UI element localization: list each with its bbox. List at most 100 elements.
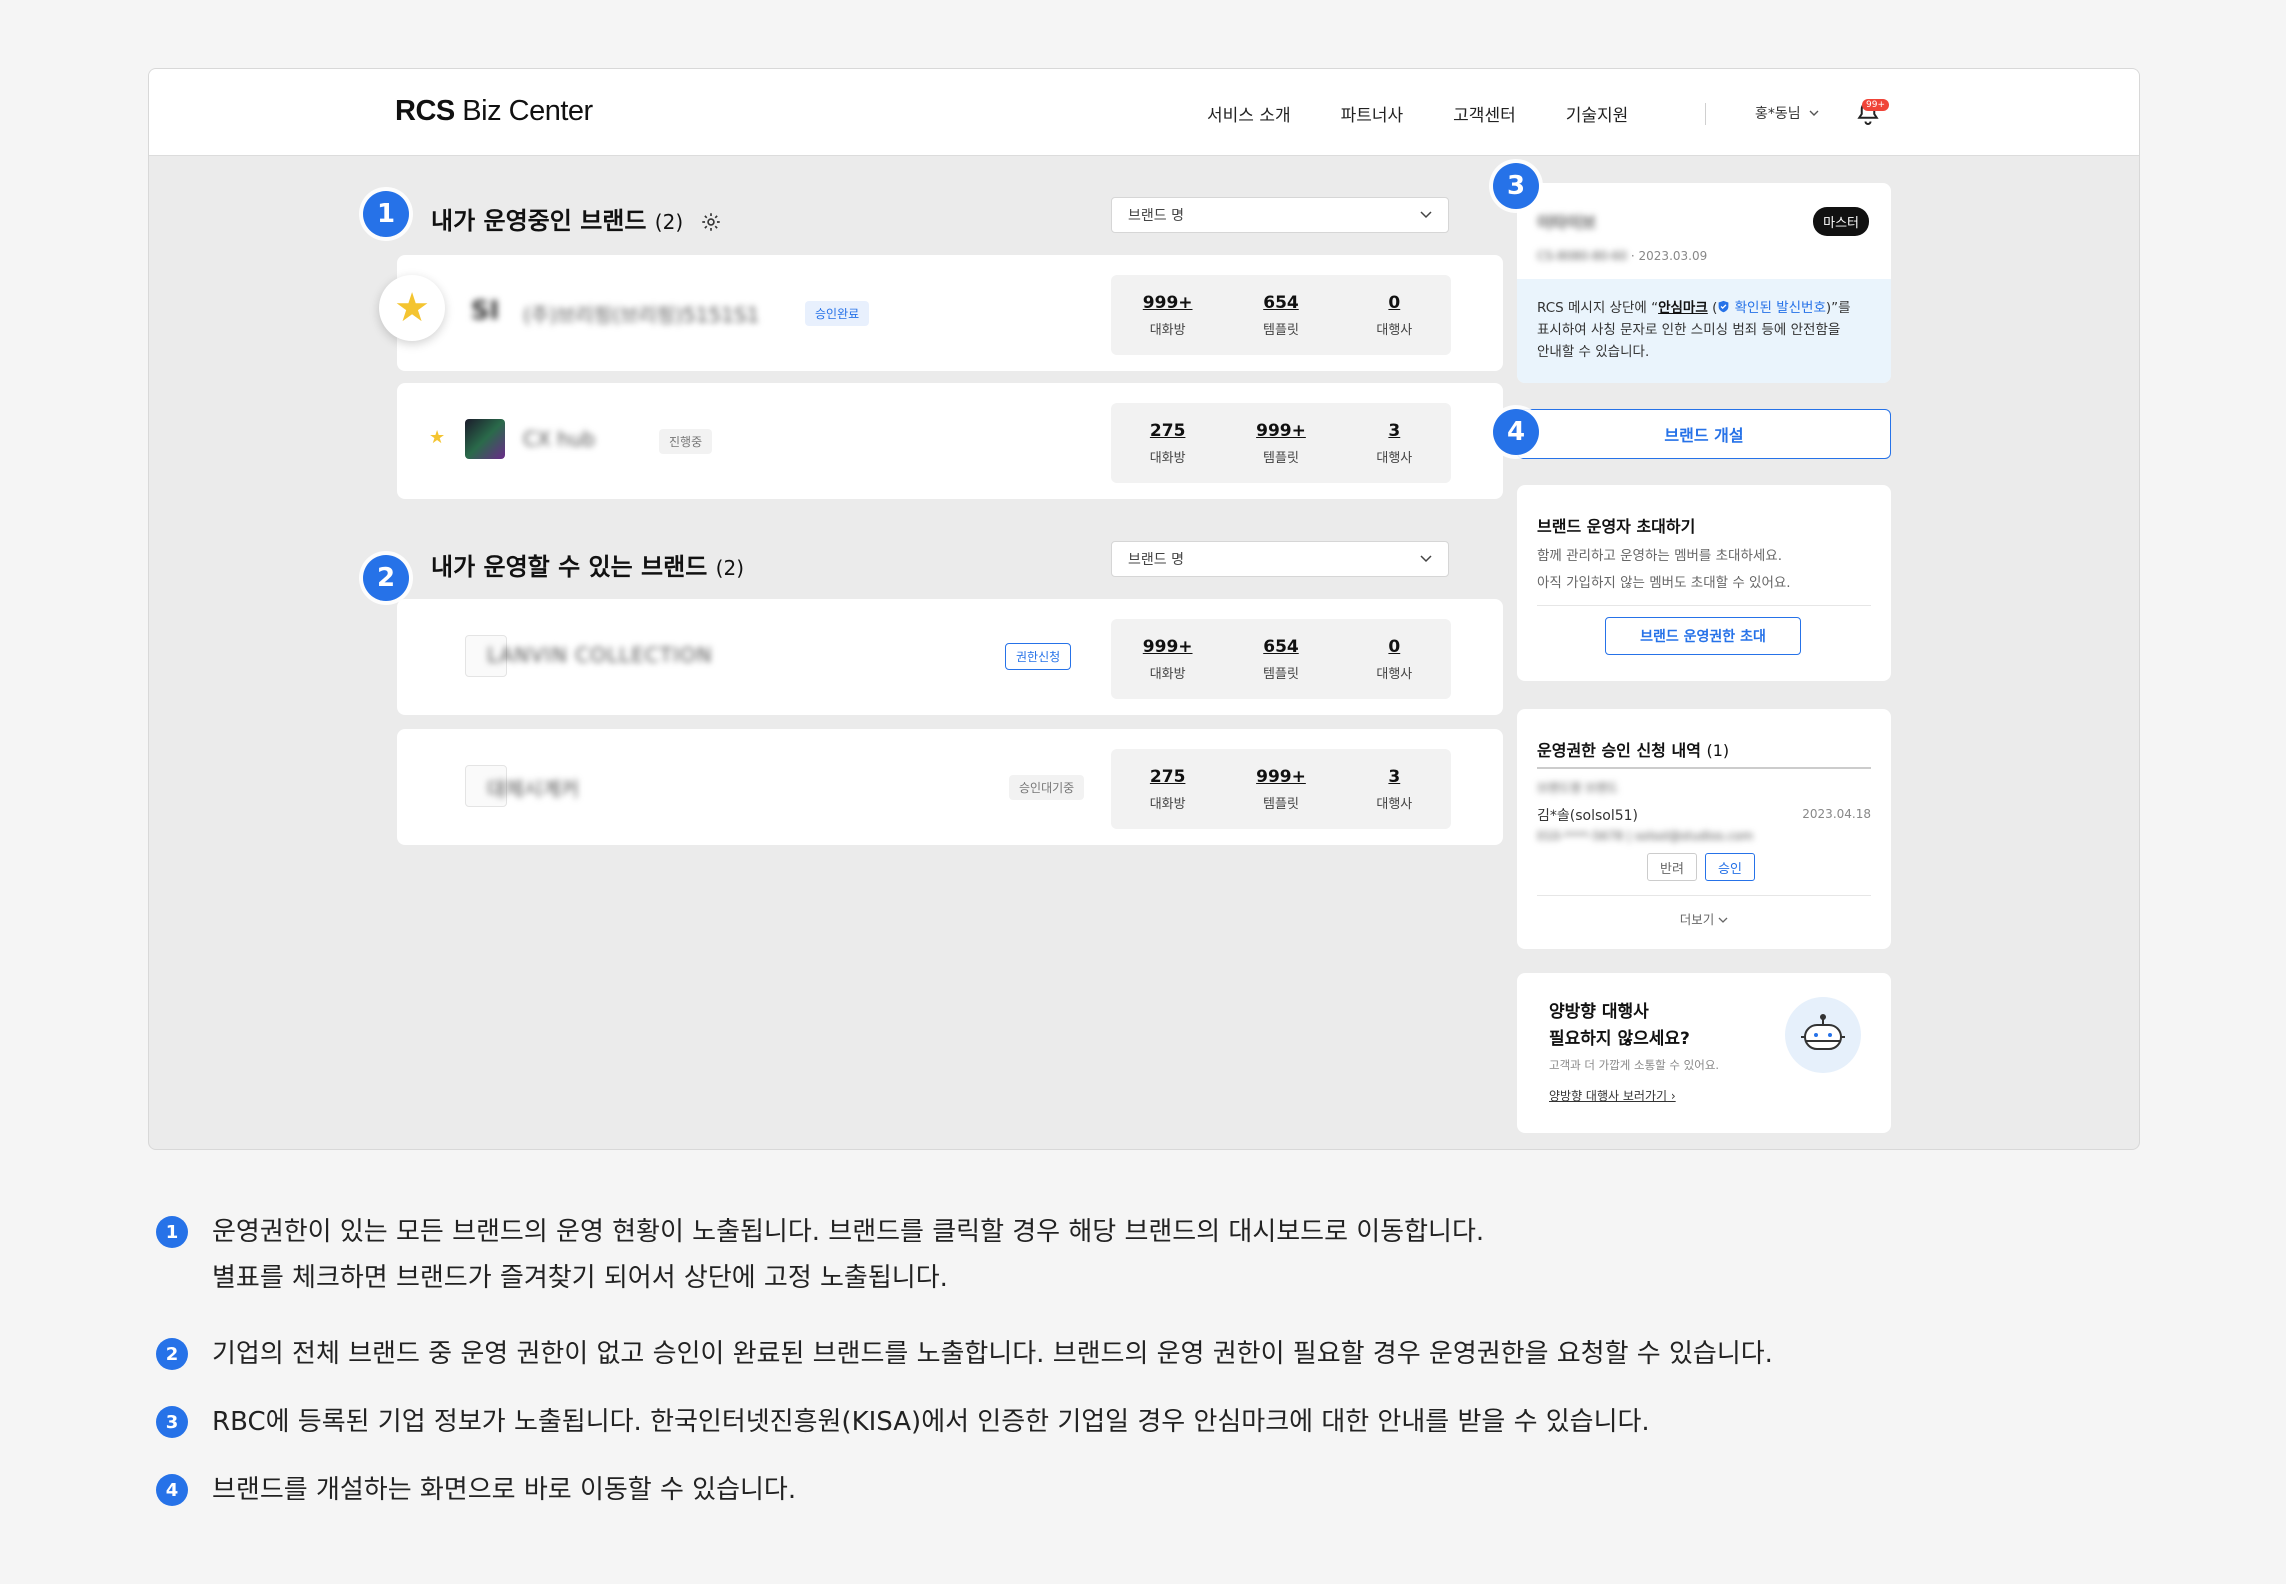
operating-brands-title: 내가 운영중인 브랜드 (2) <box>431 201 722 236</box>
stat-agencies: 0 대행사 <box>1344 637 1444 682</box>
stat-label: 템플릿 <box>1263 666 1299 682</box>
stat-value[interactable]: 654 <box>1231 293 1331 313</box>
request-permission-button[interactable]: 권한신청 <box>1005 643 1072 670</box>
stat-value[interactable]: 3 <box>1344 421 1444 441</box>
company-name: 이타이브 <box>1537 213 1596 232</box>
requester-contact: 010-****-5678 | solsol@studios.com <box>1537 829 1754 843</box>
brand-logo: SI <box>465 291 505 331</box>
logo[interactable]: RCS Biz Center <box>395 95 593 128</box>
shield-check-icon <box>1718 300 1729 313</box>
note-text: 운영권한이 있는 모든 브랜드의 운영 현황이 노출됩니다. 브랜드를 클릭할 … <box>212 1217 1485 1293</box>
brand-name: CX hub <box>523 427 596 451</box>
top-header: RCS Biz Center 서비스 소개 파트너사 고객센터 기술지원 홍*동… <box>149 69 2139 156</box>
chevron-down-icon <box>1420 211 1432 219</box>
kisa-notice: RCS 메시지 상단에 “안심마크 ( 확인된 발신번호)”를 표시하여 사칭 … <box>1517 279 1891 383</box>
request-date: 2023.04.18 <box>1802 807 1871 821</box>
stat-label: 대화방 <box>1149 796 1186 812</box>
stat-label: 템플릿 <box>1263 796 1299 812</box>
nav-customer-center[interactable]: 고객센터 <box>1453 101 1516 126</box>
reject-button[interactable]: 반려 <box>1647 853 1697 881</box>
stat-value[interactable]: 0 <box>1344 293 1444 313</box>
nav-partners[interactable]: 파트너사 <box>1341 101 1404 126</box>
stat-label: 대화방 <box>1149 666 1186 682</box>
divider <box>1537 895 1871 896</box>
invite-operator-button[interactable]: 브랜드 운영권한 초대 <box>1605 617 1801 655</box>
more-link[interactable]: 더보기 <box>1517 909 1891 928</box>
note-text: RBC에 등록된 기업 정보가 노출됩니다. 한국인터넷진흥원(KISA)에서 … <box>212 1407 1650 1437</box>
stat-chatrooms: 275 대화방 <box>1118 421 1218 466</box>
main-nav: 서비스 소개 파트너사 고객센터 기술지원 <box>1207 101 1678 126</box>
nav-service-intro[interactable]: 서비스 소개 <box>1207 101 1291 126</box>
status-badge: 승인대기중 <box>1009 775 1085 800</box>
requester-name: 김*솔(solsol51) <box>1537 808 1638 824</box>
status-badge: 진행중 <box>659 429 713 454</box>
note-number: 2 <box>156 1338 188 1370</box>
favorite-star-icon[interactable]: ★ <box>429 427 445 448</box>
chevron-down-icon <box>1809 110 1819 116</box>
gear-icon[interactable] <box>700 211 722 233</box>
approve-button[interactable]: 승인 <box>1705 853 1755 881</box>
brand-name: LANVIN COLLECTION <box>487 643 713 667</box>
stat-value[interactable]: 999+ <box>1231 421 1331 441</box>
robot-icon <box>1785 997 1861 1073</box>
stat-templates: 999+ 템플릿 <box>1231 421 1331 466</box>
brand-name: 대체시계커 <box>487 777 579 801</box>
note-text: 기업의 전체 브랜드 중 운영 권한이 없고 승인이 완료된 브랜드를 노출합니… <box>212 1339 1773 1369</box>
stat-templates: 654 템플릿 <box>1231 293 1331 338</box>
stat-value[interactable]: 275 <box>1118 767 1218 787</box>
marker-1: 1 <box>363 191 409 237</box>
available-brand-card-1[interactable]: LANVIN COLLECTION 권한신청 999+ 대화방 654 템플릿 0 대… <box>397 599 1503 715</box>
user-name: 홍*동님 <box>1755 106 1801 122</box>
note-number: 1 <box>156 1216 188 1248</box>
available-brands-title: 내가 운영할 수 있는 브랜드 (2) <box>431 553 745 581</box>
stat-value[interactable]: 999+ <box>1118 293 1218 313</box>
open-brand-button[interactable]: 브랜드 개설 <box>1517 409 1891 459</box>
agency-link[interactable]: 양방향 대행사 보러가기 › <box>1549 1087 1676 1104</box>
role-badge: 마스터 <box>1813 207 1869 236</box>
stat-label: 대화방 <box>1149 450 1186 466</box>
divider <box>1537 605 1871 606</box>
brand-sort-select-2[interactable]: 브랜드 명 <box>1111 541 1449 577</box>
promo-title: 양방향 대행사 필요하지 않으세요? <box>1549 1002 1690 1049</box>
company-meta: CS-8080-80-60 · 2023.03.09 <box>1537 249 1708 263</box>
invite-desc: 함께 관리하고 운영하는 멤버를 초대하세요. 아직 가입하지 않는 멤버도 초대… <box>1537 548 1791 591</box>
brand-stats: 275 대화방 999+ 템플릿 3 대행사 <box>1111 403 1451 483</box>
marker-3: 3 <box>1493 163 1539 209</box>
stat-templates: 999+ 템플릿 <box>1231 767 1331 812</box>
agency-promo-card: 양방향 대행사 필요하지 않으세요? 고객과 더 가깝게 소통할 수 있어요. 양… <box>1517 973 1891 1133</box>
stat-value[interactable]: 999+ <box>1231 767 1331 787</box>
stat-value[interactable]: 3 <box>1344 767 1444 787</box>
favorite-star-icon[interactable]: ★ <box>379 275 445 341</box>
stat-chatrooms: 275 대화방 <box>1118 767 1218 812</box>
stat-chatrooms: 999+ 대화방 <box>1118 293 1218 338</box>
nav-tech-support[interactable]: 기술지원 <box>1566 101 1629 126</box>
stat-agencies: 0 대행사 <box>1344 293 1444 338</box>
operating-brand-card-2[interactable]: ★ CX hub 진행중 275 대화방 999+ 템플릿 3 대행사 <box>397 383 1503 499</box>
stat-agencies: 3 대행사 <box>1344 767 1444 812</box>
stat-label: 템플릿 <box>1263 322 1299 338</box>
request-brand: 브랜드명 브랜드 <box>1537 781 1619 795</box>
request-title: 운영권한 승인 신청 내역 (1) <box>1537 741 1730 760</box>
stat-label: 템플릿 <box>1263 450 1299 466</box>
stat-chatrooms: 999+ 대화방 <box>1118 637 1218 682</box>
brand-name: (주)브리핑(브리핑)5151S1 <box>523 303 760 327</box>
stat-value[interactable]: 0 <box>1344 637 1444 657</box>
brand-logo <box>465 419 505 459</box>
stat-agencies: 3 대행사 <box>1344 421 1444 466</box>
note-text: 브랜드를 개설하는 화면으로 바로 이동할 수 있습니다. <box>212 1475 797 1505</box>
stat-label: 대화방 <box>1149 322 1186 338</box>
stat-value[interactable]: 654 <box>1231 637 1331 657</box>
chevron-down-icon <box>1420 555 1432 563</box>
stat-value[interactable]: 275 <box>1118 421 1218 441</box>
operating-brand-card-1[interactable]: ★ SI (주)브리핑(브리핑)5151S1 승인완료 999+ 대화방 654 템… <box>379 255 1503 371</box>
status-badge: 승인완료 <box>805 301 870 326</box>
invite-operator-card: 브랜드 운영자 초대하기 함께 관리하고 운영하는 멤버를 초대하세요. 아직 가… <box>1517 485 1891 681</box>
note-number: 3 <box>156 1406 188 1438</box>
promo-desc: 고객과 더 가깝게 소통할 수 있어요. <box>1549 1058 1720 1072</box>
invite-title: 브랜드 운영자 초대하기 <box>1537 517 1696 536</box>
available-brand-card-2[interactable]: 대체시계커 승인대기중 275 대화방 999+ 템플릿 3 대행사 <box>397 729 1503 845</box>
user-menu[interactable]: 홍*동님 <box>1755 103 1819 123</box>
stat-templates: 654 템플릿 <box>1231 637 1331 682</box>
stat-value[interactable]: 999+ <box>1118 637 1218 657</box>
brand-sort-select-1[interactable]: 브랜드 명 <box>1111 197 1449 233</box>
